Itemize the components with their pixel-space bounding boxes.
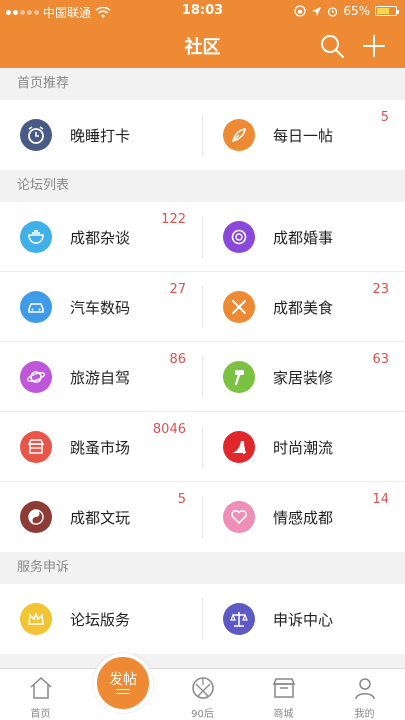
plus-icon[interactable] bbox=[361, 33, 387, 59]
battery-icon bbox=[375, 6, 399, 16]
board-label: 成都婚事 bbox=[273, 229, 334, 247]
high-heel-icon bbox=[223, 431, 255, 463]
grid-row: 晚睡打卡 每日一帖 5 bbox=[0, 100, 405, 170]
board-item-emotions[interactable]: 情感成都 14 bbox=[203, 482, 405, 552]
board-label: 成都文玩 bbox=[70, 509, 131, 527]
recommend-grid: 晚睡打卡 每日一帖 5 bbox=[0, 100, 405, 170]
tab-label: 首页 bbox=[30, 709, 51, 720]
board-item-forum-admin[interactable]: 论坛版务 bbox=[0, 584, 202, 654]
utensils-icon bbox=[223, 291, 255, 323]
board-count: 5 bbox=[380, 110, 389, 125]
post-button-label: 发帖 bbox=[109, 672, 137, 688]
grid-row: 跳蚤市场 8046 时尚潮流 bbox=[0, 412, 405, 482]
board-count: 27 bbox=[169, 282, 186, 297]
tab-store[interactable]: 商城 bbox=[243, 669, 324, 720]
hammer-icon bbox=[223, 361, 255, 393]
board-label: 论坛版务 bbox=[70, 611, 131, 629]
status-bar: 中国联通 18:03 65% bbox=[0, 0, 405, 22]
board-count: 86 bbox=[169, 352, 186, 367]
board-item-fashion[interactable]: 时尚潮流 bbox=[203, 412, 405, 482]
board-count: 63 bbox=[372, 352, 389, 367]
board-count: 23 bbox=[372, 282, 389, 297]
grid-row: 旅游自驾 86 家居装修 63 bbox=[0, 342, 405, 412]
board-label: 旅游自驾 bbox=[70, 369, 131, 387]
board-label: 情感成都 bbox=[273, 509, 334, 527]
post-button[interactable]: 发帖 bbox=[93, 653, 153, 713]
home-icon bbox=[30, 676, 52, 699]
board-item-home-decor[interactable]: 家居装修 63 bbox=[203, 342, 405, 412]
rotation-lock-icon bbox=[294, 5, 306, 17]
grid-row: 汽车数码 27 成都美食 23 bbox=[0, 272, 405, 342]
tab-90s[interactable]: 90后 bbox=[162, 669, 243, 720]
board-item-night-checkin[interactable]: 晚睡打卡 bbox=[0, 100, 202, 170]
status-right: 65% bbox=[294, 4, 399, 18]
tab-label: 我的 bbox=[354, 709, 375, 720]
post-icon-line bbox=[116, 693, 130, 694]
board-item-chengdu-food[interactable]: 成都美食 23 bbox=[203, 272, 405, 342]
board-item-chengdu-wedding[interactable]: 成都婚事 bbox=[203, 202, 405, 272]
grid-row: 成都杂谈 122 成都婚事 bbox=[0, 202, 405, 272]
battery-percent: 65% bbox=[343, 4, 370, 18]
forum-grid: 成都杂谈 122 成都婚事 汽车数码 27 成都美食 23 旅游自驾 86 家居… bbox=[0, 202, 405, 552]
section-header-forums: 论坛列表 bbox=[0, 170, 405, 202]
planet-icon bbox=[20, 361, 52, 393]
board-item-chengdu-chat[interactable]: 成都杂谈 122 bbox=[0, 202, 202, 272]
board-item-appeal-center[interactable]: 申诉中心 bbox=[203, 584, 405, 654]
board-label: 成都美食 bbox=[273, 299, 334, 317]
tab-label: 商城 bbox=[273, 709, 294, 720]
grid-row: 成都文玩 5 情感成都 14 bbox=[0, 482, 405, 552]
tab-label: 90后 bbox=[191, 709, 214, 720]
heart-icon bbox=[223, 501, 255, 533]
ninety-icon bbox=[192, 677, 214, 699]
board-item-auto-digital[interactable]: 汽车数码 27 bbox=[0, 272, 202, 342]
board-label: 汽车数码 bbox=[70, 299, 131, 317]
tab-profile[interactable]: 我的 bbox=[324, 669, 405, 720]
board-label: 时尚潮流 bbox=[273, 439, 334, 457]
grid-row: 论坛版务 申诉中心 bbox=[0, 584, 405, 654]
store-icon bbox=[272, 678, 296, 698]
crown-icon bbox=[20, 603, 52, 635]
tab-home[interactable]: 首页 bbox=[0, 669, 81, 720]
nav-bar: 社区 bbox=[0, 22, 405, 68]
board-item-flea-market[interactable]: 跳蚤市场 8046 bbox=[0, 412, 202, 482]
feather-icon bbox=[223, 119, 255, 151]
board-label: 家居装修 bbox=[273, 369, 334, 387]
profile-icon bbox=[355, 678, 375, 700]
alarm-clock-icon bbox=[20, 119, 52, 151]
board-label: 成都杂谈 bbox=[70, 229, 131, 247]
battery-fill bbox=[377, 8, 389, 14]
board-count: 5 bbox=[177, 492, 186, 507]
scales-icon bbox=[223, 603, 255, 635]
board-label: 跳蚤市场 bbox=[70, 439, 131, 457]
board-item-daily-post[interactable]: 每日一帖 5 bbox=[203, 100, 405, 170]
car-icon bbox=[20, 291, 52, 323]
section-header-service: 服务申诉 bbox=[0, 552, 405, 584]
teacup-icon bbox=[20, 221, 52, 253]
post-icon-line bbox=[116, 689, 130, 690]
yin-yang-icon bbox=[20, 501, 52, 533]
search-icon[interactable] bbox=[319, 33, 345, 59]
service-grid: 论坛版务 申诉中心 bbox=[0, 584, 405, 654]
board-label: 晚睡打卡 bbox=[70, 127, 131, 145]
location-icon bbox=[312, 6, 322, 16]
board-count: 122 bbox=[161, 212, 186, 227]
tab-bar: 首页 90后 商城 我的 bbox=[0, 668, 405, 720]
board-count: 14 bbox=[372, 492, 389, 507]
board-item-antiques[interactable]: 成都文玩 5 bbox=[0, 482, 202, 552]
shop-icon bbox=[20, 431, 52, 463]
board-label: 申诉中心 bbox=[273, 611, 334, 629]
board-label: 每日一帖 bbox=[273, 127, 334, 145]
alarm-icon bbox=[328, 6, 338, 17]
board-count: 8046 bbox=[152, 422, 186, 437]
ring-icon bbox=[223, 221, 255, 253]
section-header-recommend: 首页推荐 bbox=[0, 68, 405, 100]
board-item-travel[interactable]: 旅游自驾 86 bbox=[0, 342, 202, 412]
